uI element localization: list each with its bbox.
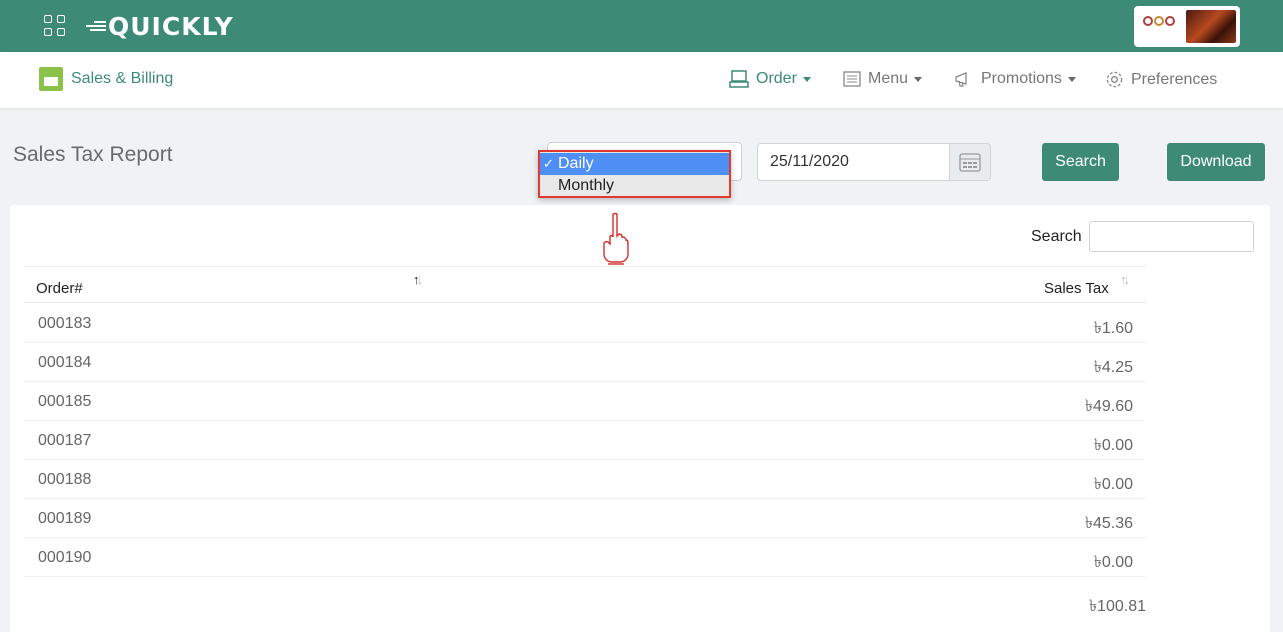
brand-logo-icon <box>1143 16 1176 26</box>
table-row: 000184 ৳4.25 <box>24 343 1146 382</box>
megaphone-icon <box>955 72 967 87</box>
calendar-button[interactable] <box>949 143 991 181</box>
table-row: 000183 ৳1.60 <box>24 304 1146 343</box>
date-field[interactable]: 25/11/2020 <box>757 143 950 181</box>
order-number: 000184 <box>38 354 92 371</box>
calendar-icon <box>959 153 981 172</box>
top-bar: QUICKLY <box>0 0 1283 52</box>
order-number: 000189 <box>38 510 92 527</box>
chevron-down-icon <box>914 76 923 82</box>
period-dropdown-list: ✓ Daily Monthly <box>538 150 731 198</box>
table-search-input[interactable] <box>1089 221 1254 252</box>
table-row: 000185 ৳49.60 <box>24 382 1146 421</box>
pointing-hand-icon <box>603 212 629 265</box>
nav-preferences-label: Preferences <box>1131 70 1218 88</box>
nav-preferences[interactable]: Preferences <box>1105 70 1217 89</box>
page-title: Sales Tax Report <box>13 143 173 166</box>
chevron-down-icon <box>1067 76 1076 82</box>
period-option-monthly[interactable]: Monthly <box>540 175 729 197</box>
module-nav-bar: Sales & Billing Order Menu Promotions Pr… <box>0 52 1283 108</box>
restaurant-brand-badge[interactable] <box>1134 6 1240 47</box>
chevron-down-icon <box>802 76 811 82</box>
order-number: 000190 <box>38 549 92 566</box>
restaurant-photo <box>1186 10 1236 43</box>
apps-grid-icon[interactable] <box>44 15 65 36</box>
checkmark-icon: ✓ <box>543 156 554 171</box>
sales-tax-value: ৳0.00 <box>1093 476 1133 493</box>
nav-promotions[interactable]: Promotions <box>954 70 1076 88</box>
column-header-sales-tax[interactable]: Sales Tax <box>1044 280 1109 297</box>
order-number: 000183 <box>38 315 92 332</box>
sales-tax-total: ৳100.81 <box>1089 598 1146 615</box>
sort-ascending-icon[interactable]: ↑↓ <box>413 272 423 287</box>
gear-icon <box>1106 71 1123 88</box>
order-number: 000187 <box>38 432 92 449</box>
order-number: 000188 <box>38 471 92 488</box>
nav-menu-label: Menu <box>868 70 909 87</box>
nav-order[interactable]: Order <box>729 70 811 88</box>
sales-tax-value: ৳4.25 <box>1093 359 1133 376</box>
nav-order-label: Order <box>756 70 797 87</box>
sales-tax-value: ৳1.60 <box>1093 320 1133 337</box>
module-label: Sales & Billing <box>71 70 174 87</box>
table-search-label: Search <box>1031 228 1082 245</box>
download-button[interactable]: Download <box>1167 143 1265 181</box>
table-body: 000183 ৳1.60 000184 ৳4.25 000185 ৳49.60 … <box>24 304 1146 577</box>
logo-text: QUICKLY <box>108 11 234 41</box>
table-row: 000187 ৳0.00 <box>24 421 1146 460</box>
register-icon <box>729 70 749 88</box>
table-row: 000188 ৳0.00 <box>24 460 1146 499</box>
option-label: Monthly <box>558 177 615 194</box>
option-label: Daily <box>558 155 594 172</box>
table-header: Order# ↑↓ Sales Tax ↑↓ <box>24 266 1146 303</box>
period-option-daily[interactable]: ✓ Daily <box>540 153 729 175</box>
sales-tax-value: ৳0.00 <box>1093 554 1133 571</box>
cash-register-icon <box>39 67 63 91</box>
table-row: 000190 ৳0.00 <box>24 538 1146 577</box>
sales-tax-value: ৳0.00 <box>1093 437 1133 454</box>
app-logo[interactable]: QUICKLY <box>84 11 234 41</box>
module-sales-billing[interactable]: Sales & Billing <box>39 67 173 91</box>
nav-promotions-label: Promotions <box>981 70 1062 87</box>
table-row: 000189 ৳45.36 <box>24 499 1146 538</box>
nav-menu[interactable]: Menu <box>843 70 923 88</box>
logo-speed-lines <box>84 19 106 33</box>
column-header-order[interactable]: Order# <box>36 280 83 297</box>
search-button[interactable]: Search <box>1042 143 1119 181</box>
order-number: 000185 <box>38 393 92 410</box>
sort-icon[interactable]: ↑↓ <box>1120 272 1130 287</box>
sales-tax-value: ৳45.36 <box>1084 515 1133 532</box>
menu-list-icon <box>843 71 861 87</box>
sales-tax-value: ৳49.60 <box>1084 398 1133 415</box>
